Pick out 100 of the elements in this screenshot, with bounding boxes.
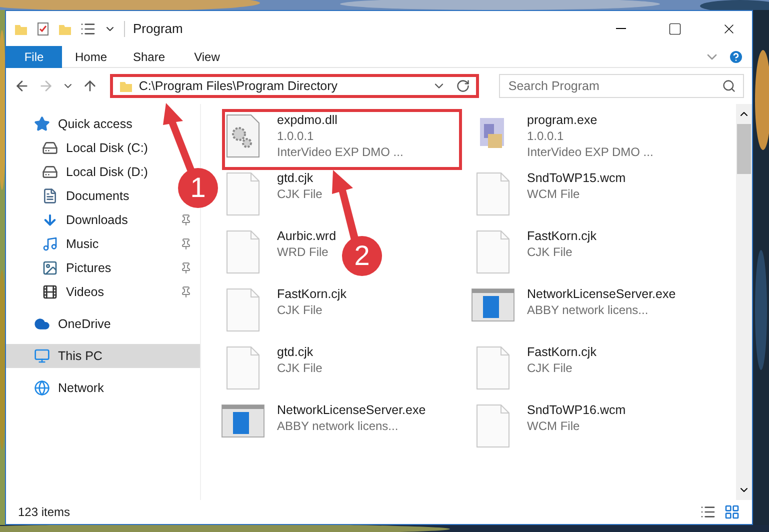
- sidebar-label: Pictures: [66, 260, 112, 277]
- drive-icon: [42, 164, 58, 180]
- file-detail: WRD File: [277, 244, 330, 260]
- cloud-icon: [34, 316, 50, 332]
- sidebar-item[interactable]: Local Disk (C:): [6, 136, 156, 160]
- document-icon: [42, 188, 58, 204]
- sidebar-label: This PC: [58, 348, 104, 365]
- sidebar-item[interactable]: This PC: [6, 344, 200, 368]
- ribbon-tab[interactable]: Home: [62, 46, 120, 68]
- sidebar-label: Downloads: [66, 212, 129, 229]
- file-name: SndToWP16.wcm: [527, 402, 626, 418]
- ribbon-tab[interactable]: File: [6, 46, 62, 68]
- file-name: FastKorn.cjk: [277, 286, 346, 302]
- scrollbar[interactable]: [736, 104, 752, 500]
- file-detail: CJK File: [527, 360, 574, 376]
- download-icon: [42, 212, 58, 228]
- file-item[interactable]: gtd.cjk CJK File: [221, 342, 322, 400]
- file-name: expdmo.dll: [277, 112, 338, 128]
- ribbon-tab[interactable]: Share: [120, 46, 178, 68]
- file-name: NetworkLicenseServer.exe: [527, 286, 676, 302]
- address-field[interactable]: C:\Program Files\Program Directory: [110, 74, 480, 98]
- sidebar-item[interactable]: Music: [6, 232, 200, 256]
- address-path: C:\Program Files\Program Directory: [138, 78, 338, 95]
- file-name: FastKorn.cjk: [527, 228, 596, 244]
- application-icon: [221, 404, 265, 438]
- film-icon: [42, 284, 58, 300]
- document-icon: [226, 172, 260, 216]
- file-item[interactable]: program.exe 1.0.0.1 InterVideo EXP DMO ...: [471, 110, 654, 168]
- properties-icon[interactable]: [36, 22, 50, 36]
- music-icon: [42, 236, 58, 252]
- image-icon: [42, 260, 58, 276]
- pin-icon: [180, 214, 192, 226]
- sidebar-label: Documents: [66, 188, 130, 205]
- file-item[interactable]: FastKorn.cjk CJK File: [471, 226, 596, 284]
- ribbon-tab[interactable]: View: [178, 46, 236, 68]
- file-name: FastKorn.cjk: [527, 344, 596, 360]
- maximize-icon: [668, 22, 682, 36]
- details-view-icon[interactable]: [700, 504, 716, 520]
- file-name: program.exe: [527, 112, 598, 128]
- file-name: NetworkLicenseServer.exe: [277, 402, 426, 418]
- file-item[interactable]: SndToWP16.wcm WCM File: [471, 400, 626, 458]
- document-icon: [476, 230, 510, 274]
- sidebar-item[interactable]: Videos: [6, 280, 200, 304]
- sidebar-label: Local Disk (C:): [66, 140, 148, 157]
- file-detail: CJK File: [277, 360, 322, 376]
- scroll-thumb[interactable]: [737, 124, 751, 174]
- help-icon[interactable]: [728, 48, 744, 64]
- folder-icon: [118, 79, 133, 93]
- file-name: gtd.cjk: [277, 344, 314, 360]
- drive-icon: [42, 140, 58, 156]
- file-detail: InterVideo EXP DMO ...: [527, 144, 654, 160]
- file-item[interactable]: gtd.cjk CJK File: [221, 168, 322, 226]
- document-icon: [226, 346, 260, 390]
- search-field[interactable]: Search Program: [499, 74, 744, 98]
- sidebar-item[interactable]: Downloads: [6, 208, 200, 232]
- sidebar-item[interactable]: OneDrive: [6, 312, 119, 336]
- file-detail: WCM File: [527, 186, 581, 202]
- file-detail: ABBY network licens...: [527, 302, 650, 318]
- search-icon: [722, 79, 736, 93]
- file-name: SndToWP15.wcm: [527, 170, 626, 186]
- file-item[interactable]: NetworkLicenseServer.exe ABBY network licens...: [221, 400, 426, 458]
- minimize-icon: [616, 28, 626, 29]
- sidebar-item[interactable]: Documents: [6, 184, 138, 208]
- file-item[interactable]: Aurbic.wrd WRD File: [221, 226, 336, 284]
- document-icon: [226, 288, 260, 332]
- sidebar-label: OneDrive: [58, 316, 111, 333]
- up-icon[interactable]: [82, 78, 98, 94]
- sidebar-label: Quick access: [58, 116, 132, 133]
- sidebar-item[interactable]: Network: [6, 376, 112, 400]
- star-icon: [34, 116, 50, 132]
- sidebar-item[interactable]: Quick access: [6, 112, 140, 136]
- sidebar-label: Network: [58, 380, 104, 397]
- file-detail: InterVideo EXP DMO ...: [277, 144, 404, 160]
- globe-icon: [34, 380, 50, 396]
- sidebar-label: Local Disk (D:): [66, 164, 148, 181]
- application-icon: [471, 288, 515, 322]
- file-item[interactable]: FastKorn.cjk CJK File: [221, 284, 346, 342]
- file-name: Aurbic.wrd: [277, 228, 336, 244]
- file-detail: CJK File: [527, 244, 574, 260]
- file-item[interactable]: SndToWP15.wcm WCM File: [471, 168, 626, 226]
- sidebar-label: Music: [66, 236, 100, 253]
- file-item[interactable]: NetworkLicenseServer.exe ABBY network licens...: [471, 284, 676, 342]
- sidebar-item[interactable]: Pictures: [6, 256, 200, 280]
- large-icons-view-icon[interactable]: [724, 504, 740, 520]
- file-detail: CJK File: [277, 302, 324, 318]
- sidebar-item[interactable]: Local Disk (D:): [6, 160, 156, 184]
- document-icon: [476, 404, 510, 448]
- document-icon: [226, 230, 260, 274]
- file-detail: WCM File: [527, 418, 581, 434]
- window-title: Program: [133, 20, 184, 38]
- refresh-icon[interactable]: [456, 79, 470, 93]
- file-detail: ABBY network licens...: [277, 418, 400, 434]
- gear-file-icon: [226, 114, 260, 158]
- file-item[interactable]: expdmo.dll 1.0.0.1 InterVideo EXP DMO ...: [221, 110, 404, 168]
- file-item[interactable]: FastKorn.cjk CJK File: [471, 342, 596, 400]
- file-detail: CJK File: [277, 186, 322, 202]
- back-icon[interactable]: [14, 78, 30, 94]
- document-icon: [476, 172, 510, 216]
- sidebar-label: Videos: [66, 284, 105, 301]
- view-list-icon[interactable]: [80, 20, 96, 36]
